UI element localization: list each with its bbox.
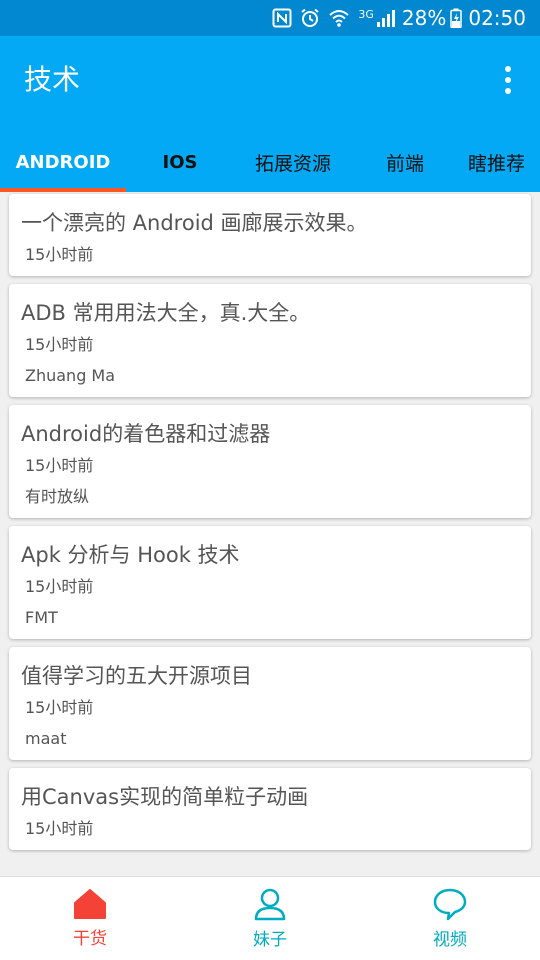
article-card[interactable]: 值得学习的五大开源项目 15小时前 maat bbox=[9, 647, 531, 760]
more-vert-icon[interactable] bbox=[494, 62, 522, 98]
person-icon bbox=[254, 888, 286, 921]
nav-item-video[interactable]: 视频 bbox=[360, 877, 540, 960]
article-title: 一个漂亮的 Android 画廊展示效果。 bbox=[21, 211, 368, 235]
app-bar: 技术 ANDROID IOS 拓展资源 前端 瞎推荐 bbox=[0, 36, 540, 192]
article-author: FMT bbox=[25, 608, 58, 627]
article-list[interactable]: 一个漂亮的 Android 画廊展示效果。 15小时前 ADB 常用用法大全，真… bbox=[0, 192, 540, 876]
wifi-icon bbox=[328, 8, 350, 28]
chat-bubble-icon bbox=[433, 888, 467, 921]
battery-charging-icon bbox=[450, 8, 463, 28]
nav-label: 视频 bbox=[433, 930, 467, 950]
article-title: Apk 分析与 Hook 技术 bbox=[21, 543, 240, 567]
article-card[interactable]: 一个漂亮的 Android 画廊展示效果。 15小时前 bbox=[9, 194, 531, 276]
tab-label: ANDROID bbox=[15, 151, 111, 173]
article-time: 15小时前 bbox=[25, 456, 94, 475]
tab-bar: ANDROID IOS 拓展资源 前端 瞎推荐 bbox=[0, 132, 540, 192]
nav-item-goods[interactable]: 干货 bbox=[0, 877, 180, 960]
tab-extended-resources[interactable]: 拓展资源 bbox=[234, 132, 352, 192]
article-title: Android的着色器和过滤器 bbox=[21, 422, 271, 446]
nav-item-girls[interactable]: 妹子 bbox=[180, 877, 360, 960]
article-title: 用Canvas实现的简单粒子动画 bbox=[21, 785, 309, 809]
tab-android[interactable]: ANDROID bbox=[0, 132, 126, 192]
article-author: 有时放纵 bbox=[25, 487, 90, 506]
bottom-nav: 干货 妹子 视频 bbox=[0, 876, 540, 960]
nav-label: 妹子 bbox=[253, 930, 287, 950]
article-time: 15小时前 bbox=[25, 577, 94, 596]
article-author: Zhuang Ma bbox=[25, 366, 116, 385]
nav-label: 干货 bbox=[73, 929, 107, 949]
page-title: 技术 bbox=[24, 63, 81, 96]
tab-recommend[interactable]: 瞎推荐 bbox=[458, 132, 540, 192]
battery-percent: 28% bbox=[401, 6, 447, 30]
article-time: 15小时前 bbox=[25, 245, 94, 264]
tab-frontend[interactable]: 前端 bbox=[352, 132, 458, 192]
alarm-icon bbox=[300, 8, 320, 28]
status-bar: 3G 28% 02:50 bbox=[0, 0, 540, 36]
home-icon bbox=[74, 889, 106, 919]
tab-ios[interactable]: IOS bbox=[126, 132, 234, 192]
article-time: 15小时前 bbox=[25, 698, 94, 717]
network-type-label: 3G bbox=[358, 8, 374, 21]
nfc-icon bbox=[272, 8, 292, 28]
tab-label: IOS bbox=[162, 151, 198, 173]
article-card[interactable]: 用Canvas实现的简单粒子动画 15小时前 bbox=[9, 768, 531, 850]
article-time: 15小时前 bbox=[25, 335, 94, 354]
tab-label: 拓展资源 bbox=[254, 152, 331, 175]
article-time: 15小时前 bbox=[25, 819, 94, 838]
status-time: 02:50 bbox=[468, 6, 526, 30]
tab-label: 前端 bbox=[385, 152, 424, 175]
article-title: ADB 常用用法大全，真.大全。 bbox=[21, 301, 311, 325]
tab-label: 瞎推荐 bbox=[468, 152, 526, 175]
article-author: maat bbox=[25, 729, 67, 748]
article-card[interactable]: Android的着色器和过滤器 15小时前 有时放纵 bbox=[9, 405, 531, 518]
article-title: 值得学习的五大开源项目 bbox=[21, 664, 252, 688]
article-card[interactable]: Apk 分析与 Hook 技术 15小时前 FMT bbox=[9, 526, 531, 639]
cell-signal-icon bbox=[376, 8, 396, 28]
article-card[interactable]: ADB 常用用法大全，真.大全。 15小时前 Zhuang Ma bbox=[9, 284, 531, 397]
